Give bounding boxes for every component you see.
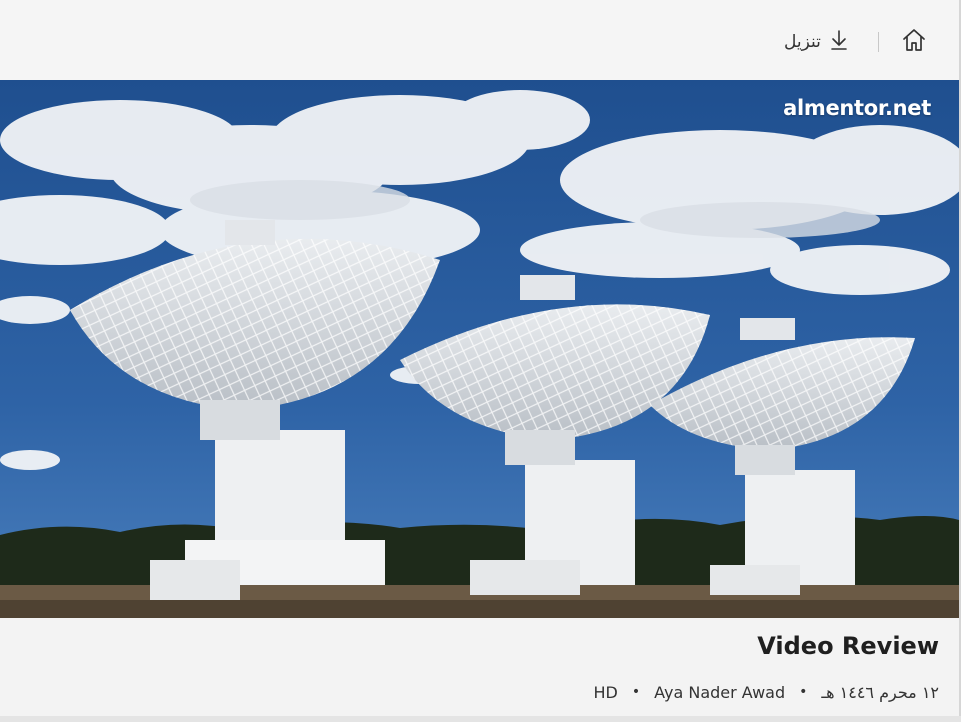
download-button[interactable]: تنزيل <box>784 26 849 58</box>
separator-dot: • <box>631 684 641 700</box>
video-title: Video Review <box>757 632 939 660</box>
download-label: تنزيل <box>784 32 821 52</box>
separator-dot: • <box>799 684 808 700</box>
video-page: تنزيل almentor.net Video Review HD • Aya… <box>0 0 961 722</box>
brand-logo: almentor.net <box>783 96 931 120</box>
top-toolbar: تنزيل <box>0 0 961 80</box>
bottom-divider <box>0 716 961 722</box>
download-icon <box>829 29 849 56</box>
video-meta: HD • Aya Nader Awad • ١٢ محرم ١٤٤٦ هـ <box>594 680 939 704</box>
home-icon <box>901 27 927 58</box>
video-quality: HD <box>593 682 618 702</box>
video-author: Aya Nader Awad <box>654 682 786 702</box>
toolbar-divider <box>878 32 879 52</box>
video-date: ١٢ محرم ١٤٤٦ هـ <box>821 682 939 702</box>
radio-telescope-photo <box>0 80 959 618</box>
home-button[interactable] <box>896 24 932 60</box>
video-thumbnail[interactable]: almentor.net <box>0 80 959 618</box>
